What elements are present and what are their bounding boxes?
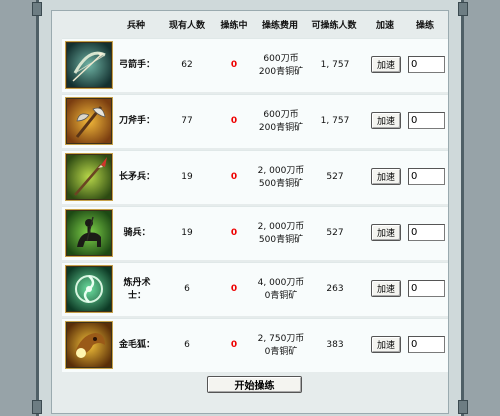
speed-up-button[interactable]: 加速 xyxy=(371,56,401,73)
unit-cost: 600刀币 200青铜矿 xyxy=(254,95,308,148)
unit-cost: 2, 750刀币 0青铜矿 xyxy=(254,319,308,372)
unit-name: 炼丹术士： xyxy=(123,277,151,301)
header-type: 兵种 xyxy=(126,21,145,31)
unit-current: 19 xyxy=(181,172,193,182)
frame-cap xyxy=(32,2,42,16)
cost-coin: 600刀币 xyxy=(263,53,299,64)
unit-name: 刀斧手： xyxy=(118,116,155,126)
unit-name: 骑兵： xyxy=(123,228,151,238)
golden-fox-icon xyxy=(66,322,112,368)
cost-ore: 0青铜矿 xyxy=(264,290,298,301)
drill-quantity-input[interactable] xyxy=(408,56,445,73)
cost-ore: 500青铜矿 xyxy=(258,178,304,189)
unit-row-cavalry: 骑兵： 19 0 2, 000刀币 500青铜矿 527 加速 xyxy=(62,206,448,260)
cost-ore: 200青铜矿 xyxy=(258,122,304,133)
header-cost: 操练费用 xyxy=(261,21,298,31)
unit-current: 77 xyxy=(181,116,193,126)
unit-cost: 2, 000刀币 500青铜矿 xyxy=(254,207,308,260)
unit-row-spearman: 长矛兵： 19 0 2, 000刀币 500青铜矿 527 加速 xyxy=(62,150,448,204)
unit-training: 0 xyxy=(230,116,238,126)
drill-quantity-input[interactable] xyxy=(408,280,445,297)
speed-up-button[interactable]: 加速 xyxy=(371,168,401,185)
unit-available: 1, 757 xyxy=(320,116,350,126)
speed-up-button[interactable]: 加速 xyxy=(371,224,401,241)
unit-row-golden-fox: 金毛狐： 6 0 2, 750刀币 0青铜矿 383 加速 xyxy=(62,318,448,372)
unit-name: 金毛狐： xyxy=(118,340,155,350)
header-drill: 操练 xyxy=(415,21,434,31)
cost-coin: 4, 000刀币 xyxy=(257,277,305,288)
unit-cost: 4, 000刀币 0青铜矿 xyxy=(254,263,308,316)
unit-training: 0 xyxy=(230,60,238,70)
frame-cap xyxy=(458,400,468,414)
header-speed: 加速 xyxy=(375,21,394,31)
unit-available: 383 xyxy=(326,340,344,350)
unit-available: 527 xyxy=(326,172,344,182)
unit-training: 0 xyxy=(230,172,238,182)
cost-coin: 2, 000刀币 xyxy=(257,165,305,176)
unit-current: 6 xyxy=(184,340,190,350)
cost-coin: 2, 750刀币 xyxy=(257,333,305,344)
cost-ore: 500青铜矿 xyxy=(258,234,304,245)
speed-up-button[interactable]: 加速 xyxy=(371,336,401,353)
unit-cost: 600刀币 200青铜矿 xyxy=(254,39,308,92)
cavalry-icon xyxy=(66,210,112,256)
bow-icon xyxy=(66,42,112,88)
axe-icon xyxy=(66,98,112,144)
speed-up-button[interactable]: 加速 xyxy=(371,112,401,129)
header-available: 可操练人数 xyxy=(311,21,357,31)
unit-row-axeman: 刀斧手： 77 0 600刀币 200青铜矿 1, 757 加速 xyxy=(62,94,448,148)
unit-training: 0 xyxy=(230,284,238,294)
header-training: 操练中 xyxy=(220,21,248,31)
unit-name: 长矛兵： xyxy=(118,172,155,182)
drill-quantity-input[interactable] xyxy=(408,224,445,241)
spear-icon xyxy=(66,154,112,200)
cost-coin: 2, 000刀币 xyxy=(257,221,305,232)
unit-cost: 2, 000刀币 500青铜矿 xyxy=(254,151,308,204)
unit-available: 1, 757 xyxy=(320,60,350,70)
unit-row-alchemist: 炼丹术士： 6 0 4, 000刀币 0青铜矿 263 加速 xyxy=(62,262,448,316)
drill-quantity-input[interactable] xyxy=(408,336,445,353)
start-training-button[interactable]: 开始操练 xyxy=(207,376,302,393)
cost-ore: 200青铜矿 xyxy=(258,66,304,77)
drill-quantity-input[interactable] xyxy=(408,112,445,129)
unit-name: 弓箭手： xyxy=(118,60,155,70)
frame-cap xyxy=(32,400,42,414)
unit-current: 62 xyxy=(181,60,193,70)
speed-up-button[interactable]: 加速 xyxy=(371,280,401,297)
unit-training: 0 xyxy=(230,340,238,350)
unit-current: 6 xyxy=(184,284,190,294)
unit-current: 19 xyxy=(181,228,193,238)
alchemist-icon xyxy=(66,266,112,312)
unit-available: 527 xyxy=(326,228,344,238)
unit-training: 0 xyxy=(230,228,238,238)
drill-quantity-input[interactable] xyxy=(408,168,445,185)
frame-cap xyxy=(458,2,468,16)
cost-coin: 600刀币 xyxy=(263,109,299,120)
cost-ore: 0青铜矿 xyxy=(264,346,298,357)
unit-row-archer: 弓箭手： 62 0 600刀币 200青铜矿 1, 757 加速 xyxy=(62,38,448,92)
header-current: 现有人数 xyxy=(168,21,205,31)
unit-available: 263 xyxy=(326,284,344,294)
